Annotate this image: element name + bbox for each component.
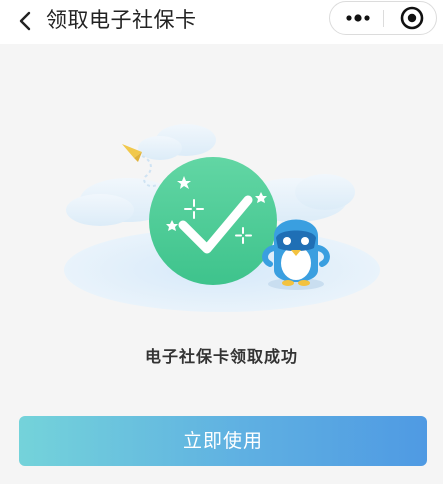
close-button[interactable] [390,5,434,31]
use-now-button[interactable]: 立即使用 [19,416,427,466]
page-title: 领取电子社保卡 [46,8,197,32]
screen: 领取电子社保卡 电子社保卡领取成功 立即使用 [0,0,443,484]
success-illustration [64,124,380,312]
success-message: 电子社保卡领取成功 [144,347,298,366]
target-close-icon [400,6,424,30]
capsule-menu [329,1,437,35]
more-dots-icon [346,14,370,22]
more-button[interactable] [336,5,380,31]
back-button[interactable] [12,8,38,34]
navbar: 领取电子社保卡 [0,0,443,44]
checkmark-icon [149,157,277,285]
capsule-divider [383,10,384,27]
chevron-left-icon [19,11,31,31]
